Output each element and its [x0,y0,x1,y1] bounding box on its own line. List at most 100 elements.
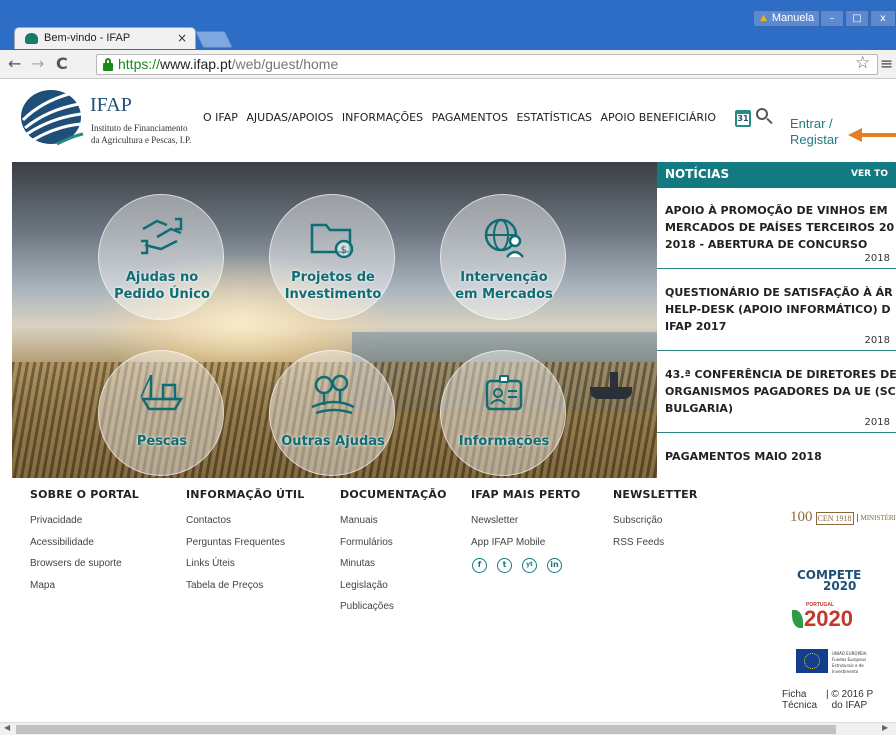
browser-tab[interactable]: Bem-vindo - IFAP × [14,27,196,49]
lock-icon [103,58,113,71]
compete-2020-logo[interactable]: COMPETE 2020 [797,569,861,592]
reload-icon[interactable]: C [56,54,68,73]
footer-link-formularios[interactable]: Formulários [340,532,447,554]
footer-heading: DOCUMENTAÇÃO [340,488,447,501]
circle-label: Intervenção em Mercados [455,270,553,302]
footer-col-newsletter: NEWSLETTER Subscrição RSS Feeds [613,488,698,553]
back-arrow-icon[interactable]: ← [8,54,21,73]
logo-name: IFAP [90,94,132,116]
ajudas-pedido-unico-button[interactable]: Ajudas no Pedido Único [98,194,224,320]
footer-link-legislacao[interactable]: Legislação [340,575,447,597]
footer-link-newsletter[interactable]: Newsletter [471,510,580,532]
browser-toolbar: ← → C https://www.ifap.pt/web/guest/home… [0,50,896,79]
warning-icon: ▲ [758,12,769,24]
news-item[interactable]: APOIO À PROMOÇÃO DE VINHOS EM MERCADOS DE… [657,202,896,269]
footer-link-browsers[interactable]: Browsers de suporte [30,553,139,575]
circle-label: Ajudas no Pedido Único [114,270,210,302]
news-item[interactable]: 43.ª CONFERÊNCIA DE DIRETORES DE ORGANISM… [657,366,896,433]
maximize-button[interactable]: □ [845,10,869,27]
youtube-icon[interactable]: yt [522,558,537,573]
tab-title: Bem-vindo - IFAP [44,32,131,44]
ficha-tecnica-link[interactable]: Ficha Técnica [782,689,817,711]
footer-link-contactos[interactable]: Contactos [186,510,304,532]
pescas-button[interactable]: Pescas [98,350,224,476]
footer-link-app-mobile[interactable]: App IFAP Mobile [471,532,580,554]
nav-item-o-ifap[interactable]: O IFAP [203,111,238,124]
footer-link-publicacoes[interactable]: Publicações [340,596,447,618]
minimize-button[interactable]: – [820,10,844,27]
hero-banner: Ajudas no Pedido Único $ Projetos de Inves… [12,162,657,478]
site-footer: SOBRE O PORTAL Privacidade Acessibilidad… [0,478,896,722]
footer-link-links-uteis[interactable]: Links Úteis [186,553,304,575]
tab-close-icon[interactable]: × [177,31,187,45]
footer-col-ifap-mais-perto: IFAP MAIS PERTO Newsletter App IFAP Mobi… [471,488,580,553]
centenary-ministry-logo[interactable]: 100CEN 1918MINISTÉRIO DA AGRICULTURA [790,509,896,526]
footer-link-tabela-precos[interactable]: Tabela de Preços [186,575,304,597]
footer-link-mapa[interactable]: Mapa [30,575,139,597]
nav-item-informacoes[interactable]: INFORMAÇÕES [342,111,423,124]
close-window-button[interactable]: x [870,10,896,27]
new-tab-button[interactable] [195,31,233,48]
fishing-boat-icon [140,374,184,411]
circle-label: Outras Ajudas [281,434,385,449]
address-bar[interactable]: https://www.ifap.pt/web/guest/home [96,54,878,75]
nav-item-ajudas-apoios[interactable]: AJUDAS/APOIOS [246,111,333,124]
url-text[interactable]: https://www.ifap.pt/web/guest/home [118,56,338,72]
news-item[interactable]: PAGAMENTOS MAIO 2018 [657,448,896,478]
news-panel: NOTÍCIAS VER TO APOIO À PROMOÇÃO DE VINH… [657,162,896,478]
news-title: NOTÍCIAS [665,167,730,181]
eu-flag-logo[interactable] [796,649,828,673]
footer-heading: NEWSLETTER [613,488,698,501]
circle-label: Projetos de Investimento [284,270,382,302]
news-date: 2018 [864,417,890,428]
menu-icon[interactable]: ≡ [880,54,893,73]
footer-heading: INFORMAÇÃO ÚTIL [186,488,305,501]
scroll-left-icon[interactable]: ◀ [4,723,10,732]
scroll-right-icon[interactable]: ▶ [882,723,888,732]
footer-link-privacidade[interactable]: Privacidade [30,510,139,532]
scrollbar-thumb[interactable] [16,725,836,734]
informacoes-button[interactable]: Informações [440,350,566,476]
footer-heading: IFAP MAIS PERTO [471,488,581,501]
search-icon[interactable] [756,108,773,125]
facebook-icon[interactable]: f [472,558,487,573]
portugal-2020-logo[interactable]: PORTUGAL 2020 [792,602,853,632]
intervencao-mercados-button[interactable]: Intervenção em Mercados [440,194,566,320]
calendar-icon[interactable]: 31 [735,110,751,127]
nav-item-estatisticas[interactable]: ESTATÍSTICAS [516,111,592,124]
forward-arrow-icon[interactable]: → [31,54,44,73]
svg-text:$: $ [341,245,347,256]
logo-subtitle: Instituto de Financiamento [91,123,188,133]
ifap-favicon-icon [25,33,38,44]
eu-funds-text: UNIÃO EUROPEIA Fundos Europeus Estrutura… [832,651,867,674]
view-all-news-link[interactable]: VER TO [851,169,888,179]
linkedin-icon[interactable]: in [547,558,562,573]
profile-button[interactable]: ▲ Manuela [753,10,821,27]
footer-link-subscricao[interactable]: Subscrição [613,510,698,532]
webpage: IFAP Instituto de Financiamento da Agric… [0,80,896,722]
footer-link-faq[interactable]: Perguntas Frequentes [186,532,304,554]
nav-item-apoio-beneficiario[interactable]: APOIO BENEFICIÁRIO [601,111,716,124]
browser-titlebar: Bem-vindo - IFAP × ▲ Manuela – □ x [0,0,896,50]
trees-icon [311,374,355,415]
footer-link-minutas[interactable]: Minutas [340,553,447,575]
boat-image [590,387,632,399]
login-register-link[interactable]: Entrar / Registar [790,116,838,148]
footer-link-manuais[interactable]: Manuais [340,510,447,532]
id-card-icon [485,375,523,411]
footer-link-acessibilidade[interactable]: Acessibilidade [30,532,139,554]
news-item[interactable]: QUESTIONÁRIO DE SATISFAÇÃO À ÁR HELP-DESK… [657,284,896,351]
footer-link-rss[interactable]: RSS Feeds [613,532,698,554]
outras-ajudas-button[interactable]: Outras Ajudas [269,350,395,476]
handshake-icon [141,217,183,255]
news-date: 2018 [864,335,890,346]
bookmark-star-icon[interactable]: ☆ [855,53,870,73]
projetos-investimento-button[interactable]: $ Projetos de Investimento [269,194,395,320]
footer-col-informacao-util: INFORMAÇÃO ÚTIL Contactos Perguntas Freq… [186,488,304,596]
site-header: IFAP Instituto de Financiamento da Agric… [0,80,896,162]
nav-item-pagamentos[interactable]: PAGAMENTOS [432,111,508,124]
horizontal-scrollbar[interactable]: ◀ ▶ [0,722,896,735]
ifap-logo-icon[interactable] [17,88,85,146]
twitter-icon[interactable]: t [497,558,512,573]
news-header: NOTÍCIAS VER TO [657,162,896,188]
